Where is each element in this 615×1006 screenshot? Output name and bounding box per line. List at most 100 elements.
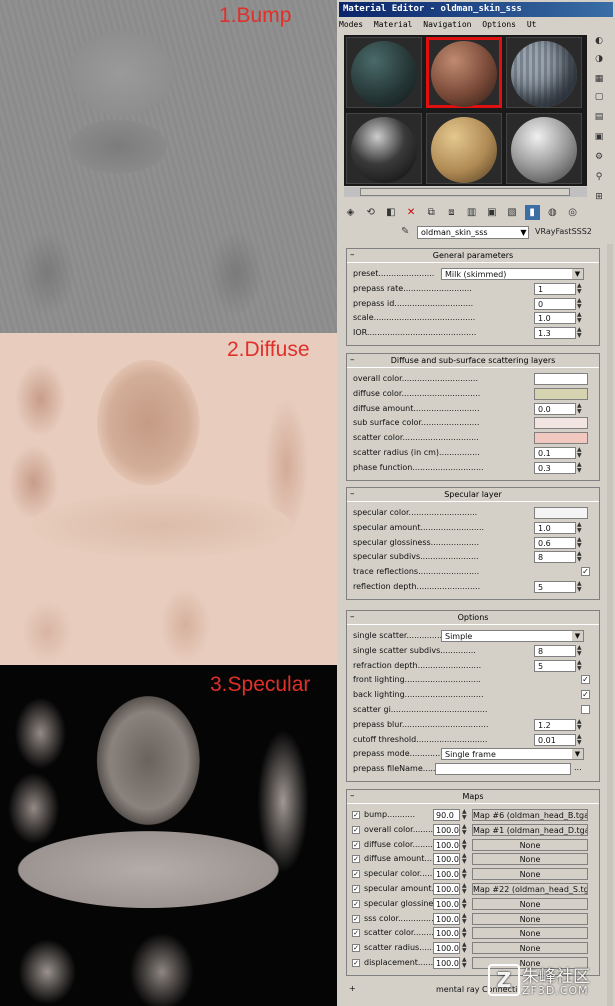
rollout-header[interactable]: – General parameters — [347, 249, 599, 263]
get-material-icon[interactable]: ◈ — [343, 205, 358, 220]
spinner-arrows-icon[interactable]: ▲ ▼ — [462, 897, 467, 910]
select-by-material-icon[interactable]: ⚲ — [591, 171, 607, 184]
spinner-arrows-icon[interactable]: ▲ ▼ — [462, 882, 467, 895]
map-amount-field[interactable]: 100.0 — [433, 912, 460, 925]
collapse-icon[interactable]: – — [350, 249, 355, 262]
checkbox[interactable]: ✓ — [581, 675, 590, 685]
spinner-field[interactable]: 1.2 — [534, 718, 576, 731]
collapse-icon[interactable]: – — [350, 488, 355, 501]
map-slot-button[interactable]: None — [472, 912, 588, 925]
prepass-file-field[interactable] — [435, 763, 571, 776]
spinner-arrows-icon[interactable]: ▲ ▼ — [462, 853, 467, 865]
show-end-result-icon[interactable]: ▮ — [524, 205, 540, 220]
map-amount-field[interactable]: 100.0 — [433, 897, 460, 910]
checkbox[interactable] — [581, 704, 590, 714]
map-slot-button[interactable]: None — [472, 853, 588, 866]
spinner-field[interactable]: 1 — [534, 282, 576, 295]
spinner-arrows-icon[interactable]: ▲ ▼ — [462, 838, 467, 851]
map-amount-field[interactable]: 100.0 — [433, 956, 460, 969]
checkbox[interactable]: ✓ — [581, 690, 590, 700]
checkbox[interactable]: ✓ — [352, 811, 360, 819]
preset-dropdown[interactable]: Milk (skimmed) ▼ — [441, 268, 584, 280]
spinner-arrows-icon[interactable]: ▲ ▼ — [577, 297, 582, 310]
spinner-field[interactable]: 8 — [534, 551, 576, 564]
spinner-arrows-icon[interactable]: ▲ ▼ — [462, 823, 467, 836]
go-to-parent-icon[interactable]: ◍ — [545, 205, 560, 220]
spinner-field[interactable]: 0.01 — [534, 733, 576, 746]
put-to-library-icon[interactable]: ▥ — [464, 205, 479, 220]
rollout-header[interactable]: – Specular layer — [347, 488, 599, 502]
spinner-arrows-icon[interactable]: ▲ ▼ — [577, 733, 582, 746]
spinner-field[interactable]: 1.3 — [534, 327, 576, 340]
preview-icon[interactable]: ▣ — [591, 131, 607, 144]
spinner-field[interactable]: 1.0 — [534, 521, 576, 534]
map-amount-field[interactable]: 100.0 — [433, 927, 460, 940]
menu-modes[interactable]: Modes — [339, 20, 363, 29]
menu-material[interactable]: Material — [374, 20, 413, 29]
reset-map-icon[interactable]: ✕ — [404, 205, 419, 220]
map-slot-button[interactable]: Map #6 (oldman_head_B.tga) — [472, 809, 588, 821]
spinner-field[interactable]: 0.1 — [534, 446, 576, 459]
spinner-arrows-icon[interactable]: ▲ ▼ — [577, 461, 582, 474]
chevron-down-icon[interactable]: ▼ — [572, 749, 583, 760]
spinner-field[interactable]: 0.0 — [534, 402, 576, 415]
map-amount-field[interactable]: 100.0 — [433, 942, 460, 955]
spinner-arrows-icon[interactable]: ▲ ▼ — [462, 912, 467, 925]
color-swatch[interactable] — [534, 373, 588, 385]
material-type-button[interactable]: VRayFastSSS2 — [535, 227, 592, 236]
sample-slot-1[interactable] — [346, 37, 422, 108]
sample-type-icon[interactable]: ◐ — [591, 35, 607, 48]
menu-options[interactable]: Options — [482, 20, 516, 29]
map-slot-button[interactable]: None — [472, 942, 588, 955]
checkbox[interactable]: ✓ — [352, 914, 360, 923]
spinner-arrows-icon[interactable]: ▲ ▼ — [577, 312, 582, 324]
options-icon[interactable]: ⚙ — [591, 151, 607, 164]
collapse-icon[interactable]: – — [350, 354, 355, 367]
spinner-field[interactable]: 8 — [534, 644, 576, 657]
sample-slot-5[interactable] — [426, 113, 502, 184]
checkbox[interactable]: ✓ — [352, 884, 360, 893]
background-icon[interactable]: ▦ — [591, 73, 607, 86]
collapse-icon[interactable]: – — [350, 790, 355, 803]
sample-slot-4[interactable] — [346, 113, 422, 184]
spinner-arrows-icon[interactable]: ▲ ▼ — [577, 446, 582, 459]
material-id-icon[interactable]: ▣ — [484, 205, 499, 220]
spinner-arrows-icon[interactable]: ▲ ▼ — [577, 402, 582, 415]
spinner-field[interactable]: 1.0 — [534, 312, 576, 325]
color-swatch[interactable] — [534, 507, 588, 519]
browse-button[interactable]: ... — [574, 763, 582, 772]
go-forward-icon[interactable]: ◎ — [565, 205, 580, 220]
map-amount-field[interactable]: 100.0 — [433, 853, 460, 866]
color-swatch[interactable] — [534, 417, 588, 430]
spinner-arrows-icon[interactable]: ▲ ▼ — [577, 644, 582, 657]
checkbox[interactable]: ✓ — [352, 870, 360, 879]
show-map-icon[interactable]: ▧ — [505, 205, 520, 220]
material-name-field[interactable]: oldman_skin_sss — [417, 226, 529, 239]
spinner-arrows-icon[interactable]: ▲ ▼ — [462, 956, 467, 969]
spinner-arrows-icon[interactable]: ▲ ▼ — [577, 282, 582, 295]
checkbox[interactable]: ✓ — [581, 567, 590, 577]
checkbox[interactable]: ✓ — [352, 929, 360, 938]
spinner-arrows-icon[interactable]: ▲ ▼ — [462, 809, 467, 821]
eyedropper-icon[interactable]: ✎ — [401, 226, 413, 239]
spinner-arrows-icon[interactable]: ▲ ▼ — [577, 551, 582, 563]
make-unique-icon[interactable]: ⧈ — [444, 205, 459, 220]
spinner-arrows-icon[interactable]: ▲ ▼ — [462, 927, 467, 939]
video-check-icon[interactable]: ▤ — [591, 111, 607, 124]
chevron-down-icon[interactable]: ▼ — [518, 226, 529, 239]
map-slot-button[interactable]: Map #22 (oldman_head_S.tga) — [472, 882, 588, 895]
map-amount-field[interactable]: 100.0 — [433, 838, 460, 851]
backlight-icon[interactable]: ◑ — [591, 53, 607, 66]
spinner-arrows-icon[interactable]: ▲ ▼ — [577, 580, 582, 593]
expand-icon[interactable]: + — [349, 984, 356, 993]
map-slot-button[interactable]: None — [472, 838, 588, 851]
spinner-field[interactable]: 0.3 — [534, 461, 576, 474]
chevron-down-icon[interactable]: ▼ — [572, 269, 583, 279]
spinner-arrows-icon[interactable]: ▲ ▼ — [577, 659, 582, 672]
checkbox[interactable]: ✓ — [352, 944, 360, 953]
checkbox[interactable]: ✓ — [352, 840, 360, 849]
window-titlebar[interactable]: Material Editor - oldman_skin_sss — [339, 2, 613, 17]
sample-slot-3[interactable] — [506, 37, 582, 108]
checkbox[interactable]: ✓ — [352, 899, 360, 908]
map-slot-button[interactable]: Map #1 (oldman_head_D.tga) — [472, 823, 588, 836]
